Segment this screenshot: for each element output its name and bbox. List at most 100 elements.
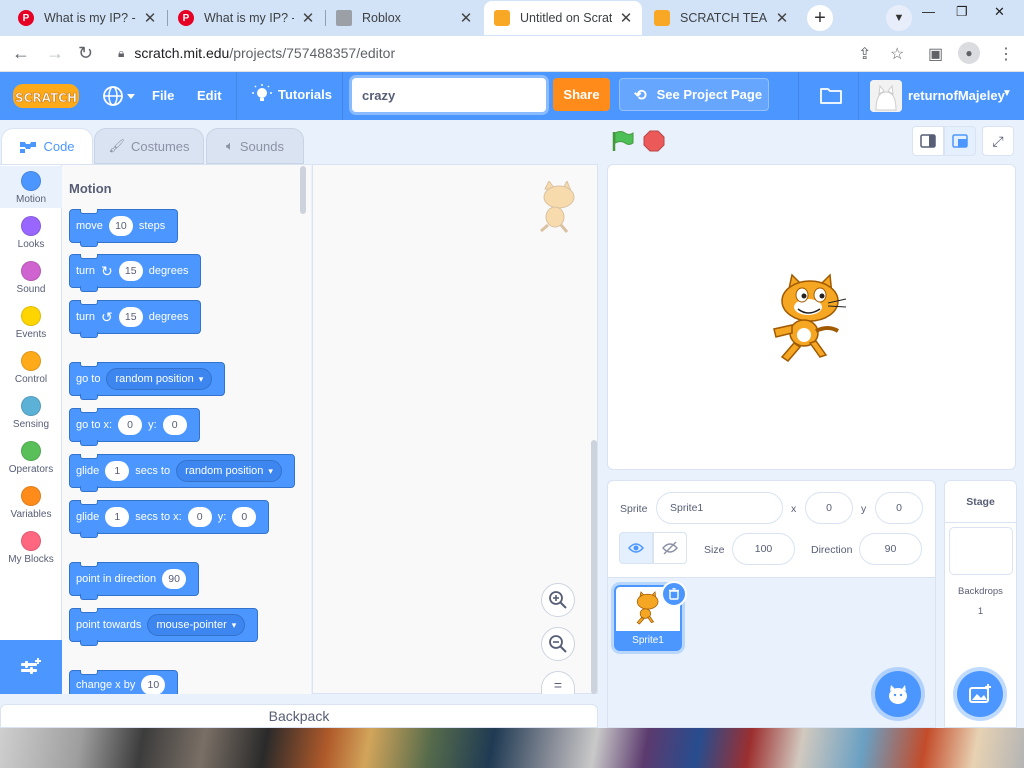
file-menu[interactable]: File [152,88,174,103]
bookmark-star-icon[interactable]: ☆ [890,44,904,64]
block-go-to-xy[interactable]: go to x: 0 y: 0 [69,408,200,446]
palette-scrollbar[interactable] [300,166,306,214]
profile-icon[interactable]: ● [958,42,980,64]
close-tab-icon[interactable]: ✕ [618,9,634,27]
category-sensing[interactable]: Sensing [0,396,62,430]
block-move-steps[interactable]: move 10 steps [69,209,179,247]
url-field[interactable]: 🔒︎ scratch.mit.edu/projects/757488357/ed… [118,45,395,61]
browser-tab[interactable]: SCRATCH TEAM I ✕ [644,1,798,35]
block-turn-left[interactable]: turn ↺ 15 degrees [69,300,202,338]
language-globe-icon[interactable] [102,84,136,111]
block-glide-to-xy[interactable]: glide 1 secs to x: 0 y: 0 [69,500,270,538]
speaker-icon: 🔈︎ [226,138,234,153]
scratch-logo[interactable]: SCRATCH [12,82,80,110]
large-stage-button[interactable] [944,126,976,156]
tab-costumes[interactable]: 🖌︎ Costumes [94,128,204,164]
new-tab-icon[interactable]: + [807,5,833,31]
category-sound[interactable]: Sound [0,261,62,295]
restore-icon[interactable]: ❐ [956,4,968,20]
see-project-page-button[interactable]: ⟲ See Project Page [619,78,769,111]
block-point-towards[interactable]: point towards mouse-pointer [69,608,259,646]
reload-icon[interactable]: ↻ [78,43,93,64]
block-input[interactable]: 0 [118,415,143,435]
stop-sign-icon[interactable] [643,130,665,152]
block-input[interactable]: 90 [162,569,187,589]
close-tab-icon[interactable]: ✕ [774,9,790,27]
my-stuff-folder-icon[interactable] [820,86,842,104]
block-input[interactable]: 1 [105,507,130,527]
close-window-icon[interactable]: ✕ [994,4,1005,20]
project-title-input[interactable] [352,78,546,112]
share-button[interactable]: Share [553,78,610,111]
block-input[interactable]: 0 [187,507,212,527]
username-label[interactable]: returnofMajeley [908,88,1005,103]
sprite-y-input[interactable]: 0 [875,492,923,524]
category-events[interactable]: Events [0,306,62,340]
sprite-direction-input[interactable]: 90 [859,533,922,565]
delete-sprite-button[interactable] [661,581,687,607]
browser-menu-icon[interactable]: ⋮ [998,44,1014,64]
browser-tab[interactable]: P What is my IP? - V ✕ [168,1,324,35]
choose-sprite-button[interactable] [875,671,921,717]
block-point-in-direction[interactable]: point in direction 90 [69,562,200,600]
block-input[interactable]: 10 [108,216,133,236]
edit-menu[interactable]: Edit [197,88,222,103]
green-flag-icon[interactable] [611,130,635,152]
side-panel-icon[interactable]: ▣ [928,44,943,64]
category-operators[interactable]: Operators [0,441,62,475]
avatar[interactable] [870,80,902,112]
browser-tab[interactable]: Roblox ✕ [326,1,482,35]
backpack-panel[interactable]: Backpack [0,704,598,728]
tutorials-button[interactable]: Tutorials [252,84,332,104]
small-stage-button[interactable] [912,126,944,156]
block-input[interactable]: 0 [232,507,257,527]
category-my-blocks[interactable]: My Blocks [0,531,62,565]
show-sprite-button[interactable] [619,532,653,564]
block-dropdown[interactable]: random position [106,368,213,390]
close-tab-icon[interactable]: ✕ [142,9,158,27]
category-variables[interactable]: Variables [0,486,62,520]
sprite-x-input[interactable]: 0 [805,492,853,524]
category-looks[interactable]: Looks [0,216,62,250]
code-blocks-icon [20,141,37,153]
back-arrow-icon[interactable]: ← [12,43,30,64]
tab-sounds[interactable]: 🔈︎ Sounds [206,128,304,164]
palette-heading: Motion [69,181,112,196]
category-motion[interactable]: Motion [0,166,62,208]
block-dropdown[interactable]: random position [176,460,282,482]
category-control[interactable]: Control [0,351,62,385]
add-extension-button[interactable] [0,640,62,694]
eye-icon [628,543,644,553]
paintbrush-icon: 🖌︎ [108,138,125,153]
tab-code[interactable]: Code [1,128,93,164]
block-input[interactable]: 10 [141,675,166,695]
zoom-out-button[interactable] [541,627,575,661]
stage-canvas[interactable] [607,164,1016,470]
backdrops-count: 1 [977,606,984,617]
block-dropdown[interactable]: mouse-pointer [147,614,246,636]
block-input[interactable]: 15 [118,261,143,281]
block-go-to[interactable]: go to random position [69,362,226,400]
block-input[interactable]: 0 [162,415,187,435]
backdrop-thumbnail[interactable] [949,527,1013,575]
close-tab-icon[interactable]: ✕ [458,9,474,27]
forward-arrow-icon[interactable]: → [46,43,64,64]
block-glide-to[interactable]: glide 1 secs to random position [69,454,295,492]
browser-tab-active[interactable]: Untitled on Scratc ✕ [484,1,642,35]
tab-search-chevron-icon[interactable]: ▼ [886,5,912,31]
account-chevron-down-icon[interactable]: ▼ [1002,88,1012,99]
choose-backdrop-button[interactable] [957,671,1003,717]
fullscreen-button[interactable]: ⤢ [982,126,1014,156]
block-input[interactable]: 1 [105,461,130,481]
workspace-scrollbar[interactable] [591,440,597,694]
zoom-in-button[interactable] [541,583,575,617]
sprite-size-input[interactable]: 100 [732,533,795,565]
browser-tab[interactable]: P What is my IP? - V ✕ [8,1,166,35]
close-tab-icon[interactable]: ✕ [300,9,316,27]
block-input[interactable]: 15 [118,307,143,327]
sprite-name-input[interactable]: Sprite1 [656,492,783,524]
share-page-icon[interactable]: ⇪ [858,44,871,64]
minimize-icon[interactable]: — [922,4,935,19]
block-turn-right[interactable]: turn ↻ 15 degrees [69,254,202,292]
hide-sprite-button[interactable] [653,532,687,564]
